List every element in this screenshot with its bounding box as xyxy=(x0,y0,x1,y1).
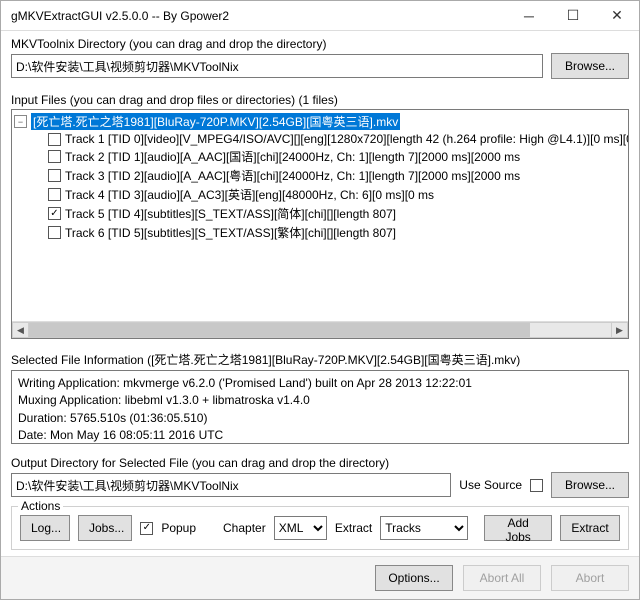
mkvtoolnix-browse-button[interactable]: Browse... xyxy=(551,53,629,79)
popup-label: Popup xyxy=(161,521,196,535)
selected-info-section: Selected File Information ([死亡塔.死亡之塔1981… xyxy=(11,351,629,444)
track-text: Track 6 [TID 5][subtitles][S_TEXT/ASS][繁… xyxy=(65,224,396,241)
track-row[interactable]: ✓ Track 5 [TID 4][subtitles][S_TEXT/ASS][… xyxy=(12,204,628,223)
track-checkbox[interactable] xyxy=(48,133,61,146)
abort-button: Abort xyxy=(551,565,629,591)
track-row[interactable]: Track 2 [TID 1][audio][A_AAC][国语][chi][2… xyxy=(12,147,628,166)
track-text: Track 1 [TID 0][video][V_MPEG4/ISO/AVC][… xyxy=(65,132,629,146)
scroll-track[interactable] xyxy=(29,322,611,338)
track-checkbox[interactable]: ✓ xyxy=(48,207,61,220)
output-path-input[interactable] xyxy=(11,473,451,497)
track-text: Track 3 [TID 2][audio][A_AAC][粤语][chi][2… xyxy=(65,167,520,184)
track-text: Track 4 [TID 3][audio][A_AC3][英语][eng][4… xyxy=(65,186,434,203)
horizontal-scrollbar[interactable]: ◀ ▶ xyxy=(12,321,628,338)
track-text: Track 2 [TID 1][audio][A_AAC][国语][chi][2… xyxy=(65,148,520,165)
info-duration: Duration: 5765.510s (01:36:05.510) xyxy=(18,410,622,427)
popup-checkbox[interactable]: ✓ xyxy=(140,522,153,535)
actions-legend: Actions xyxy=(18,499,63,513)
actions-group: Actions Log... Jobs... ✓ Popup Chapter X… xyxy=(11,506,629,550)
track-text: Track 5 [TID 4][subtitles][S_TEXT/ASS][简… xyxy=(65,205,396,222)
input-files-label: Input Files (you can drag and drop files… xyxy=(11,93,629,107)
app-window: gMKVExtractGUI v2.5.0.0 -- By Gpower2 ─ … xyxy=(0,0,640,600)
track-row[interactable]: Track 3 [TID 2][audio][A_AAC][粤语][chi][2… xyxy=(12,166,628,185)
minimize-button[interactable]: ─ xyxy=(507,1,551,31)
input-files-tree[interactable]: − [死亡塔.死亡之塔1981][BluRay-720P.MKV][2.54GB… xyxy=(11,109,629,339)
titlebar: gMKVExtractGUI v2.5.0.0 -- By Gpower2 ─ … xyxy=(1,1,639,31)
scroll-right-icon[interactable]: ▶ xyxy=(611,322,628,338)
options-button[interactable]: Options... xyxy=(375,565,453,591)
tree-root-item[interactable]: − [死亡塔.死亡之塔1981][BluRay-720P.MKV][2.54GB… xyxy=(12,112,628,131)
info-muxing-app: Muxing Application: libebml v1.3.0 + lib… xyxy=(18,392,622,409)
mkvtoolnix-label: MKVToolnix Directory (you can drag and d… xyxy=(11,37,629,51)
info-writing-app: Writing Application: mkvmerge v6.2.0 ('P… xyxy=(18,375,622,392)
track-checkbox[interactable] xyxy=(48,150,61,163)
extract-button[interactable]: Extract xyxy=(560,515,620,541)
info-date: Date: Mon May 16 08:05:11 2016 UTC xyxy=(18,427,622,444)
log-button[interactable]: Log... xyxy=(20,515,70,541)
track-row[interactable]: Track 1 [TID 0][video][V_MPEG4/ISO/AVC][… xyxy=(12,131,628,147)
root-filename[interactable]: [死亡塔.死亡之塔1981][BluRay-720P.MKV][2.54GB][… xyxy=(31,113,400,130)
add-jobs-button[interactable]: Add Jobs xyxy=(484,515,552,541)
extract-label: Extract xyxy=(335,521,372,535)
chapter-select[interactable]: XML xyxy=(274,516,327,540)
track-checkbox[interactable] xyxy=(48,188,61,201)
extract-select[interactable]: Tracks xyxy=(380,516,468,540)
expander-icon[interactable]: − xyxy=(14,115,27,128)
use-source-checkbox[interactable] xyxy=(530,479,543,492)
output-label: Output Directory for Selected File (you … xyxy=(11,456,629,470)
window-title: gMKVExtractGUI v2.5.0.0 -- By Gpower2 xyxy=(11,9,507,23)
maximize-button[interactable]: ☐ xyxy=(551,1,595,31)
bottom-bar: Options... Abort All Abort xyxy=(1,556,639,599)
jobs-button[interactable]: Jobs... xyxy=(78,515,132,541)
close-button[interactable]: ✕ xyxy=(595,1,639,31)
abort-all-button: Abort All xyxy=(463,565,541,591)
scroll-thumb[interactable] xyxy=(29,323,530,337)
chapter-label: Chapter xyxy=(223,521,266,535)
content-area: MKVToolnix Directory (you can drag and d… xyxy=(1,31,639,556)
mkvtoolnix-path-input[interactable] xyxy=(11,54,543,78)
selected-info-label: Selected File Information ([死亡塔.死亡之塔1981… xyxy=(11,351,629,368)
track-checkbox[interactable] xyxy=(48,169,61,182)
selected-info-box: Writing Application: mkvmerge v6.2.0 ('P… xyxy=(11,370,629,444)
input-files-section: Input Files (you can drag and drop files… xyxy=(11,93,629,339)
track-row[interactable]: Track 6 [TID 5][subtitles][S_TEXT/ASS][繁… xyxy=(12,223,628,242)
scroll-left-icon[interactable]: ◀ xyxy=(12,322,29,338)
track-checkbox[interactable] xyxy=(48,226,61,239)
track-row[interactable]: Track 4 [TID 3][audio][A_AC3][英语][eng][4… xyxy=(12,185,628,204)
output-browse-button[interactable]: Browse... xyxy=(551,472,629,498)
use-source-label: Use Source xyxy=(459,478,522,492)
output-section: Output Directory for Selected File (you … xyxy=(11,456,629,498)
mkvtoolnix-section: MKVToolnix Directory (you can drag and d… xyxy=(11,37,629,79)
